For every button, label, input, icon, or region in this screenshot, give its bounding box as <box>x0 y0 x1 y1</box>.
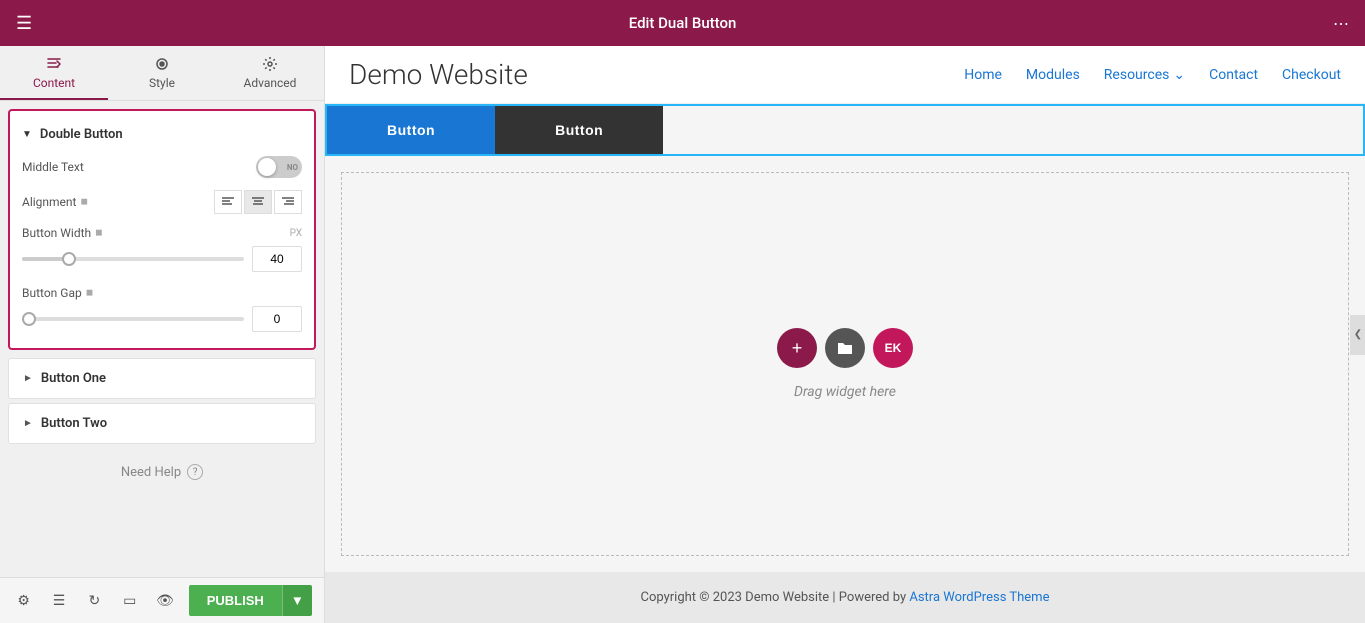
tab-style-label: Style <box>149 76 175 90</box>
bottom-bar: ⚙ ☰ ↻ ▭ 👁 PUBLISH ▼ <box>0 577 324 623</box>
button-one[interactable]: Button <box>327 106 495 154</box>
button-two-header[interactable]: ► Button Two <box>9 404 315 443</box>
button-width-label: Button Width ◼ <box>22 226 282 240</box>
button-gap-label: Button Gap ◼ <box>22 286 302 300</box>
nav-home[interactable]: Home <box>964 67 1002 83</box>
main-layout: Content Style Advanced <box>0 46 1365 623</box>
history-icon[interactable]: ↻ <box>83 589 106 613</box>
button-width-slider[interactable] <box>22 257 244 261</box>
eye-icon[interactable]: 👁 <box>153 589 176 613</box>
tab-content-label: Content <box>33 76 75 90</box>
alignment-buttons <box>214 190 302 214</box>
px-label: PX <box>290 228 302 239</box>
tab-content[interactable]: Content <box>0 46 108 100</box>
button-two-label: Button Two <box>41 416 107 431</box>
drop-zone-actions: + EK <box>777 328 913 368</box>
double-button-section: ▼ Double Button Middle Text Alignment ◼ <box>8 109 316 350</box>
align-left-button[interactable] <box>214 190 242 214</box>
folder-button[interactable] <box>825 328 865 368</box>
nav-links: Home Modules Resources ⌄ Contact Checkou… <box>964 67 1341 83</box>
editor-title: Edit Dual Button <box>629 14 737 32</box>
top-bar: ☰ Edit Dual Button ⋯ <box>0 0 1365 46</box>
layers-icon[interactable]: ☰ <box>47 589 70 613</box>
drop-zone-text: Drag widget here <box>794 384 896 400</box>
monitor-icon-3: ◼ <box>86 288 93 298</box>
preview-icon[interactable]: ▭ <box>118 589 141 613</box>
publish-group: PUBLISH ▼ <box>189 585 312 616</box>
nav-contact[interactable]: Contact <box>1209 67 1258 83</box>
double-button-label: Double Button <box>40 127 123 142</box>
publish-dropdown-button[interactable]: ▼ <box>282 585 312 616</box>
monitor-icon-2: ◼ <box>95 228 102 238</box>
middle-text-label: Middle Text <box>22 160 248 174</box>
button-gap-input[interactable] <box>252 306 302 332</box>
align-right-button[interactable] <box>274 190 302 214</box>
help-icon: ? <box>187 464 203 480</box>
middle-text-toggle[interactable] <box>256 156 302 178</box>
button-one-section: ► Button One <box>8 358 316 399</box>
tab-advanced-label: Advanced <box>244 76 297 90</box>
monitor-icon: ◼ <box>80 197 87 207</box>
publish-button[interactable]: PUBLISH <box>189 585 282 616</box>
tab-advanced[interactable]: Advanced <box>216 46 324 100</box>
sidebar-content: ▼ Double Button Middle Text Alignment ◼ <box>0 101 324 577</box>
grid-icon[interactable]: ⋯ <box>1333 14 1349 33</box>
need-help[interactable]: Need Help ? <box>0 448 324 496</box>
button-gap-slider-row <box>10 302 314 340</box>
button-gap-slider[interactable] <box>22 317 244 321</box>
tab-style[interactable]: Style <box>108 46 216 100</box>
ext-button[interactable]: EK <box>873 328 913 368</box>
nav-resources[interactable]: Resources ⌄ <box>1104 67 1185 83</box>
button-width-slider-row <box>10 242 314 280</box>
site-title: Demo Website <box>349 58 528 91</box>
footer-text: Copyright © 2023 Demo Website | Powered … <box>641 590 910 605</box>
button-width-slider-container <box>22 246 302 272</box>
alignment-label: Alignment ◼ <box>22 195 206 209</box>
button-gap-slider-container <box>22 306 302 332</box>
sidebar-tabs: Content Style Advanced <box>0 46 324 101</box>
add-widget-button[interactable]: + <box>777 328 817 368</box>
button-one-label: Button One <box>41 371 106 386</box>
button-two[interactable]: Button <box>495 106 663 154</box>
dual-button-widget: Button Button <box>325 104 1365 156</box>
button-two-arrow-icon: ► <box>23 418 33 429</box>
site-footer: Copyright © 2023 Demo Website | Powered … <box>325 572 1365 623</box>
content-area: Button Button + EK Drag widget here <box>325 104 1365 572</box>
panel-collapse-handle[interactable]: ❮ <box>1350 315 1365 355</box>
gap-slider-thumb[interactable] <box>22 312 36 326</box>
menu-icon[interactable]: ☰ <box>16 13 32 34</box>
footer-link[interactable]: Astra WordPress Theme <box>909 590 1049 605</box>
sidebar: Content Style Advanced <box>0 46 325 623</box>
right-panel: ❮ Demo Website Home Modules Resources ⌄ … <box>325 46 1365 623</box>
drop-zone: + EK Drag widget here <box>341 172 1349 556</box>
align-center-button[interactable] <box>244 190 272 214</box>
button-two-section: ► Button Two <box>8 403 316 444</box>
slider-fill <box>22 257 66 261</box>
demo-nav: Demo Website Home Modules Resources ⌄ Co… <box>325 46 1365 104</box>
double-button-header[interactable]: ▼ Double Button <box>10 119 314 150</box>
button-one-arrow-icon: ► <box>23 373 33 384</box>
middle-text-row: Middle Text <box>10 150 314 184</box>
dual-buttons: Button Button <box>327 106 1363 154</box>
need-help-text: Need Help <box>121 465 181 480</box>
button-width-row: Button Width ◼ PX <box>10 220 314 242</box>
nav-modules[interactable]: Modules <box>1026 67 1080 83</box>
collapse-arrow-icon: ▼ <box>22 129 32 140</box>
nav-checkout[interactable]: Checkout <box>1282 67 1341 83</box>
toggle-knob <box>258 158 276 176</box>
slider-thumb[interactable] <box>62 252 76 266</box>
settings-icon[interactable]: ⚙ <box>12 589 35 613</box>
alignment-row: Alignment ◼ <box>10 184 314 220</box>
button-width-input[interactable] <box>252 246 302 272</box>
button-one-header[interactable]: ► Button One <box>9 359 315 398</box>
button-gap-row: Button Gap ◼ <box>10 280 314 302</box>
chevron-down-icon: ⌄ <box>1173 67 1185 83</box>
